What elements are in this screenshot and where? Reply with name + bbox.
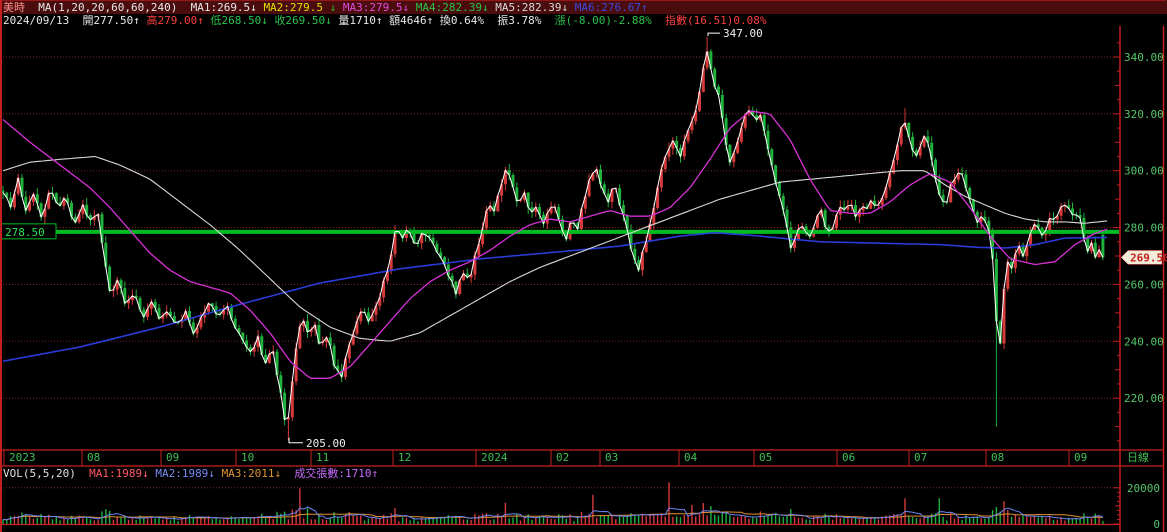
timeframe-label[interactable]: 日線 [1127, 450, 1149, 464]
current-price-tag: 269.50 [1120, 250, 1167, 265]
month-label: 05 [759, 451, 772, 464]
price-axis-label: 240.00 [1124, 335, 1164, 348]
price-axis-label: 340.00 [1124, 51, 1164, 64]
month-label: 08 [991, 451, 1004, 464]
month-label: 07 [914, 451, 927, 464]
main-chart-plot[interactable] [3, 28, 1103, 449]
price-axis-label: 300.00 [1124, 165, 1164, 178]
month-label: 2023 [9, 451, 36, 464]
volume-axis-label: 0 [1153, 518, 1160, 531]
volume-pane: 20000 0 [1, 482, 1160, 531]
price-axis-label: 320.00 [1124, 108, 1164, 121]
month-label: 10 [241, 451, 254, 464]
month-label: 02 [556, 451, 569, 464]
price-axis-label: 280.00 [1124, 222, 1164, 235]
month-label: 06 [842, 451, 855, 464]
current-price-value: 269.50 [1130, 251, 1167, 264]
chart-app-window: 美時 MA(1,20,20,60,60,240) MA1:269.5↓ MA2:… [0, 0, 1167, 532]
month-label: 12 [398, 451, 411, 464]
month-label: 11 [316, 451, 329, 464]
volume-axis-label: 20000 [1127, 482, 1160, 495]
month-label: 03 [605, 451, 618, 464]
price-axis-label: 220.00 [1124, 392, 1164, 405]
month-label: 09 [1074, 451, 1087, 464]
chart-svg: 278.50347.00205.00340.00320.00300.00280.… [0, 0, 1167, 532]
x-axis-strip: 2023 08 09 10 11 12 2024 02 03 04 05 06 07 08 09 日線 [0, 449, 1164, 467]
month-label: 08 [87, 451, 100, 464]
volume-ma5-line [2, 506, 1104, 521]
price-axis-label: 260.00 [1124, 278, 1164, 291]
month-label: 2024 [481, 451, 508, 464]
volume-bars-down [2, 498, 1104, 524]
month-label: 09 [166, 451, 179, 464]
month-label: 04 [684, 451, 698, 464]
